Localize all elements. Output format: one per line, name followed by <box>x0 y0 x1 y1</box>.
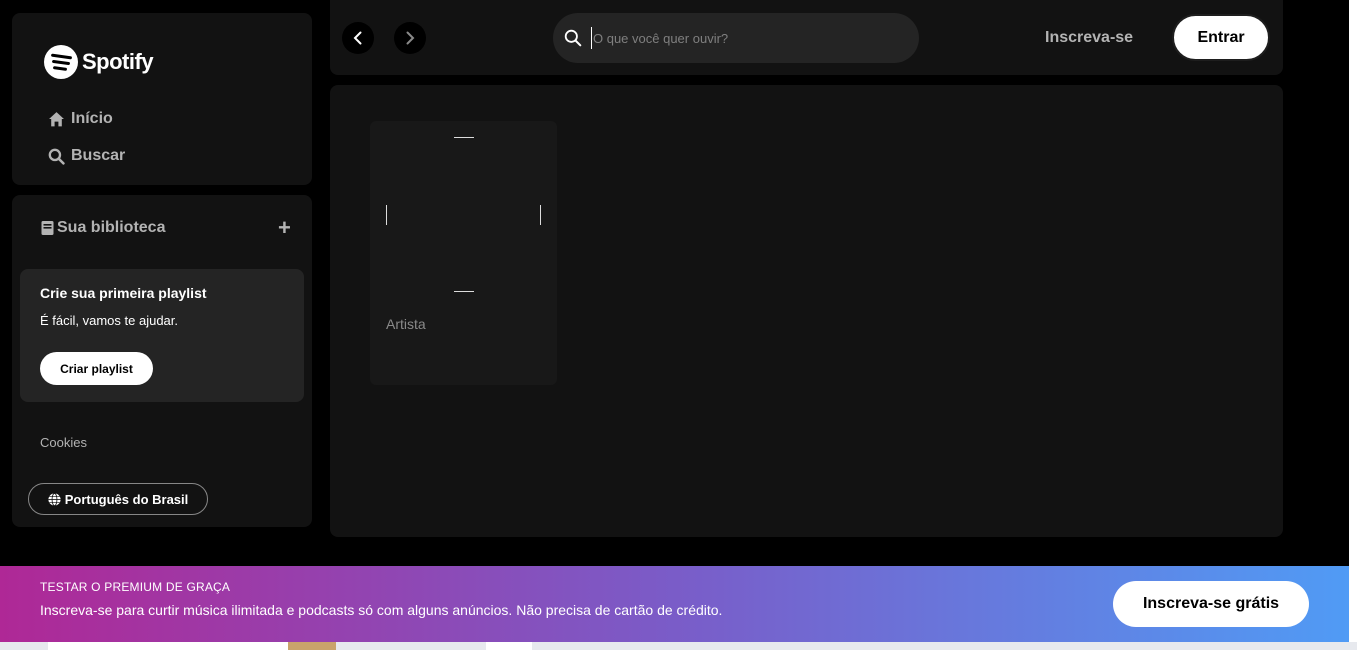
os-taskbar-strip <box>0 642 1357 650</box>
create-playlist-button[interactable]: Criar playlist <box>40 352 153 385</box>
library-title-label: Sua biblioteca <box>57 219 166 236</box>
forward-button[interactable] <box>394 22 426 54</box>
search-icon <box>564 29 582 47</box>
globe-icon <box>48 492 61 506</box>
nav-item-search[interactable]: Buscar <box>48 147 125 165</box>
nav-item-home[interactable]: Início <box>48 110 113 128</box>
taskbar-segment <box>288 642 336 650</box>
artist-image-placeholder <box>386 137 541 292</box>
language-button[interactable]: Português do Brasil <box>28 483 208 515</box>
taskbar-segment <box>48 642 288 650</box>
sidebar-nav: Spotify Início Buscar <box>12 13 312 185</box>
create-playlist-subtitle: É fácil, vamos te ajudar. <box>40 313 179 328</box>
premium-banner-text: Inscreva-se para curtir música ilimitada… <box>40 602 723 618</box>
library-icon <box>41 221 54 235</box>
add-library-button[interactable]: + <box>278 217 291 239</box>
library-panel: Sua biblioteca + Crie sua primeira playl… <box>12 195 312 527</box>
signup-link[interactable]: Inscreva-se <box>1045 29 1133 47</box>
chevron-left-icon <box>353 31 362 45</box>
scrollbar-thumb[interactable] <box>1350 30 1356 590</box>
search-bar[interactable] <box>553 13 919 63</box>
premium-banner-title: TESTAR O PREMIUM DE GRAÇA <box>40 580 231 594</box>
spotify-logo-icon <box>44 45 78 79</box>
top-bar: Inscreva-se Entrar <box>330 0 1283 75</box>
spotify-logo[interactable]: Spotify <box>44 45 154 79</box>
brand-name: Spotify <box>82 49 154 74</box>
search-input[interactable] <box>591 27 891 49</box>
taskbar-segment <box>486 642 532 650</box>
page-scrollbar[interactable] <box>1349 0 1357 642</box>
create-playlist-card: Crie sua primeira playlist É fácil, vamo… <box>20 269 304 402</box>
home-icon <box>49 111 64 126</box>
library-title[interactable]: Sua biblioteca <box>40 219 165 237</box>
chevron-right-icon <box>406 31 415 45</box>
premium-banner[interactable]: TESTAR O PREMIUM DE GRAÇA Inscreva-se pa… <box>0 566 1349 642</box>
back-button[interactable] <box>342 22 374 54</box>
artist-card[interactable]: Artista <box>370 121 557 385</box>
search-icon <box>48 148 65 165</box>
nav-item-home-label: Início <box>71 110 113 127</box>
main-content: Artista <box>330 85 1283 537</box>
free-signup-button[interactable]: Inscreva-se grátis <box>1113 581 1309 627</box>
login-button[interactable]: Entrar <box>1172 14 1270 61</box>
cookies-link[interactable]: Cookies <box>40 435 87 450</box>
nav-item-search-label: Buscar <box>71 147 126 164</box>
artist-card-subtitle: Artista <box>386 316 426 332</box>
create-playlist-title: Crie sua primeira playlist <box>40 285 207 301</box>
language-label: Português do Brasil <box>64 491 189 507</box>
